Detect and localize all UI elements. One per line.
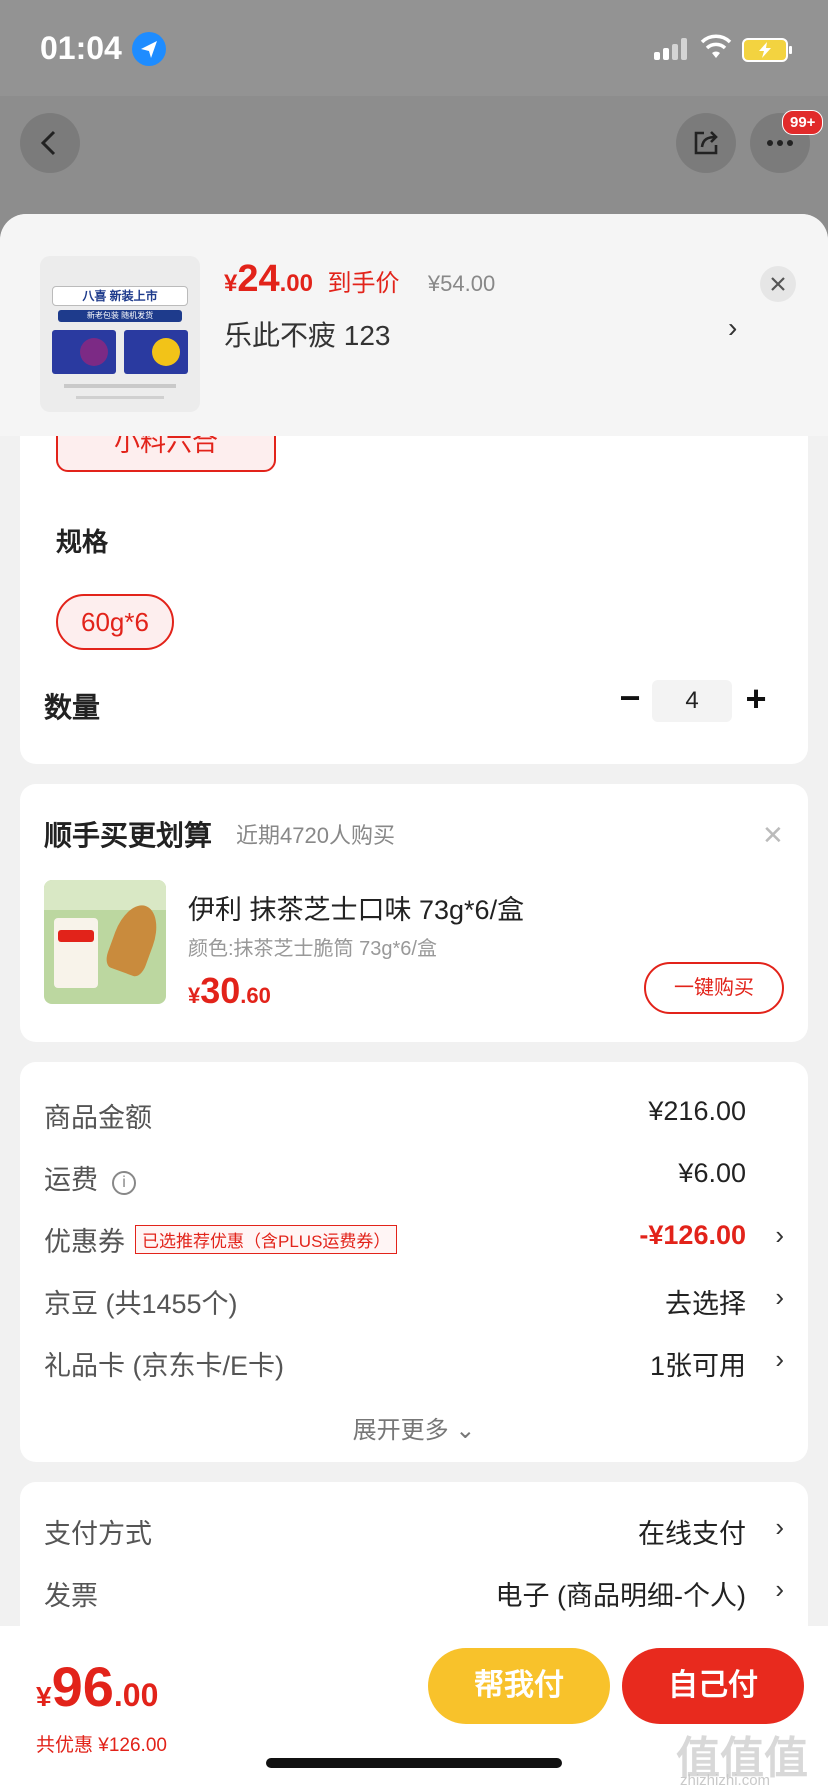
back-button[interactable] xyxy=(20,113,80,173)
summary-row-gift-card[interactable]: 礼品卡 (京东卡/E卡) 1张可用 › xyxy=(44,1344,784,1384)
summary-row-shipping: 运费 i ¥6.00 xyxy=(44,1158,746,1195)
product-thumbnail: 八喜 新装上市 新老包装 随机发货 xyxy=(40,256,200,412)
product-header: 八喜 新装上市 新老包装 随机发货 ¥24.00 到手价 ¥54.00 乐此不疲… xyxy=(0,214,828,436)
chevron-left-icon xyxy=(40,130,56,156)
help-me-pay-button[interactable]: 帮我付 xyxy=(428,1648,610,1724)
coupon-tag: 已选推荐优惠（含PLUS运费券） xyxy=(135,1225,398,1254)
upsell-product-image[interactable] xyxy=(44,880,166,1004)
thumbnail-title: 八喜 新装上市 xyxy=(52,286,188,306)
price-label: 到手价 xyxy=(327,270,400,297)
upsell-card: 顺手买更划算 近期4720人购买 ✕ 伊利 抹茶芝士口味 73g*6/盒 颜色:… xyxy=(20,784,808,1042)
more-dots-icon xyxy=(767,140,793,146)
summary-row-jingdou[interactable]: 京豆 (共1455个) 去选择 › xyxy=(44,1282,784,1322)
summary-row-goods-amount: 商品金额 ¥216.00 xyxy=(44,1096,746,1133)
quantity-increase-button[interactable]: + xyxy=(736,680,776,720)
chevron-right-icon: › xyxy=(775,1574,784,1604)
quantity-label: 数量 xyxy=(44,692,101,723)
expand-more-link[interactable]: 展开更多 ⌄ xyxy=(20,1410,808,1445)
info-icon[interactable]: i xyxy=(112,1171,136,1195)
watermark-url: zhizhizhi.com xyxy=(680,1772,771,1789)
price-decimal: .00 xyxy=(279,270,314,297)
upsell-subtitle: 近期4720人购买 xyxy=(236,823,395,848)
original-price: ¥54.00 xyxy=(427,271,496,296)
upsell-title: 顺手买更划算 xyxy=(44,820,213,851)
upsell-price: ¥30.60 xyxy=(188,970,271,1011)
price-currency: ¥ xyxy=(224,270,238,297)
spec-label: 规格 xyxy=(56,527,109,557)
cellular-signal-icon xyxy=(654,38,690,60)
share-icon xyxy=(694,131,718,155)
upsell-product-color: 颜色:抹茶芝士脆筒 73g*6/盒 xyxy=(188,938,437,960)
chevron-right-icon: › xyxy=(775,1282,784,1312)
selected-variant[interactable]: 乐此不疲 123 xyxy=(224,314,391,354)
product-price: ¥24.00 到手价 ¥54.00 xyxy=(224,258,495,301)
chevron-right-icon[interactable]: › xyxy=(728,312,737,344)
share-button[interactable] xyxy=(676,113,736,173)
order-sheet: 八喜 新装上市 新老包装 随机发货 ¥24.00 到手价 ¥54.00 乐此不疲… xyxy=(0,214,828,1792)
close-icon xyxy=(771,277,785,291)
wifi-icon xyxy=(700,34,732,65)
one-click-buy-button[interactable]: 一键购买 xyxy=(644,962,784,1014)
chevron-right-icon: › xyxy=(775,1220,784,1250)
location-arrow-icon xyxy=(132,32,166,66)
status-bar: 01:04 xyxy=(0,0,828,96)
payment-row-method[interactable]: 支付方式 在线支付 › xyxy=(44,1512,784,1552)
price-integer: 24 xyxy=(237,258,280,300)
thumbnail-subtitle: 新老包装 随机发货 xyxy=(58,310,182,322)
order-summary-card: 商品金额 ¥216.00 运费 i ¥6.00 优惠券 已选推荐优惠（含PLUS运费… xyxy=(20,1062,808,1462)
pay-myself-button[interactable]: 自己付 xyxy=(622,1648,804,1724)
battery-charging-icon xyxy=(742,38,792,62)
notification-badge: 99+ xyxy=(782,110,824,135)
nav-bar: 99+ xyxy=(0,96,828,214)
home-indicator[interactable] xyxy=(266,1758,562,1768)
summary-row-coupon[interactable]: 优惠券 已选推荐优惠（含PLUS运费券） -¥126.00 › xyxy=(44,1220,784,1260)
close-button[interactable] xyxy=(760,266,796,302)
status-time: 01:04 xyxy=(40,30,122,66)
spec-option-chip[interactable]: 60g*6 xyxy=(56,594,174,650)
total-savings: 共优惠 ¥126.00 xyxy=(36,1735,167,1756)
quantity-input[interactable]: 4 xyxy=(652,680,732,722)
total-price: ¥96.00 xyxy=(36,1655,159,1718)
payment-row-invoice[interactable]: 发票 电子 (商品明细-个人) › xyxy=(44,1574,784,1614)
chevron-right-icon: › xyxy=(775,1344,784,1374)
upsell-close-icon[interactable]: ✕ xyxy=(762,820,784,851)
upsell-product-name[interactable]: 伊利 抹茶芝士口味 73g*6/盒 xyxy=(188,888,524,927)
checkout-bar: ¥96.00 共优惠 ¥126.00 帮我付 自己付 值值值 zhizhizhi… xyxy=(0,1626,828,1792)
quantity-decrease-button[interactable]: − xyxy=(610,680,650,720)
chevron-right-icon: › xyxy=(775,1512,784,1542)
